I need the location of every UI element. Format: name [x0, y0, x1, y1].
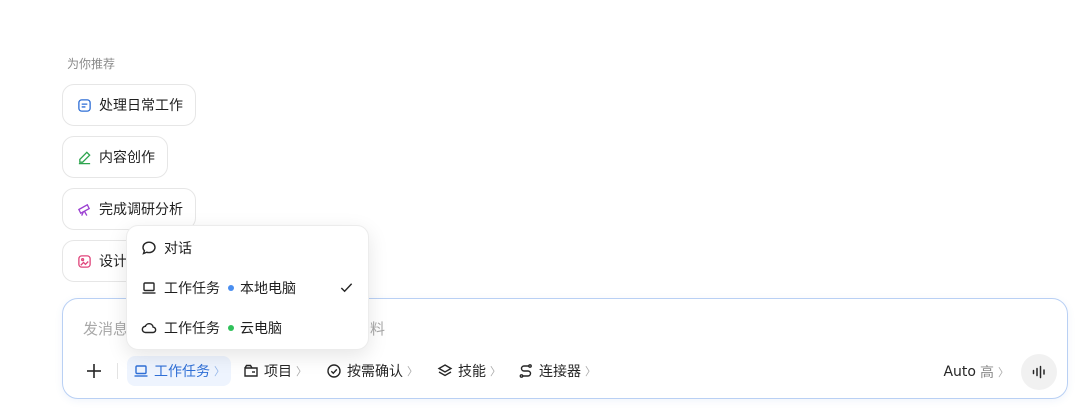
menu-item-cloud-computer[interactable]: 工作任务 云电脑: [127, 308, 368, 348]
model-label: Auto: [943, 364, 976, 380]
suggestion-label: 设计: [99, 254, 127, 270]
waveform-icon: [1032, 365, 1045, 379]
check-circle-icon: [327, 364, 341, 378]
chevron-right-icon: 〉: [585, 365, 596, 378]
project-selector[interactable]: 项目 〉: [237, 356, 313, 386]
chevron-right-icon: 〉: [214, 365, 225, 378]
suggestion-research[interactable]: 完成调研分析: [62, 188, 196, 230]
chevron-right-icon: 〉: [407, 365, 418, 378]
mode-selector[interactable]: 工作任务 〉: [127, 356, 231, 386]
plus-icon: [87, 364, 101, 378]
composer-toolbar: 工作任务 〉 项目 〉 按需确认 〉 技能 〉 连接器 〉 Auto 高 〉: [63, 354, 1067, 390]
telescope-icon: [76, 201, 92, 217]
status-dot: [228, 325, 234, 331]
recommend-title: 为你推荐: [67, 57, 116, 71]
laptop-icon: [134, 365, 148, 377]
suggestion-content-creation[interactable]: 内容创作: [62, 136, 168, 178]
voice-input-button[interactable]: [1021, 354, 1057, 390]
connectors-selector[interactable]: 连接器 〉: [512, 356, 602, 386]
model-selector[interactable]: Auto 高 〉: [943, 362, 1009, 382]
layers-icon: [437, 364, 453, 377]
pen-icon: [76, 149, 92, 165]
chat-bubble-icon: [142, 241, 156, 255]
laptop-icon: [142, 282, 156, 294]
suggestion-label: 处理日常工作: [99, 98, 183, 114]
skills-selector[interactable]: 技能 〉: [431, 356, 507, 386]
suggestion-daily-work[interactable]: 处理日常工作: [62, 84, 196, 126]
image-icon: [76, 253, 92, 269]
project-icon: [244, 364, 258, 377]
menu-item-chat[interactable]: 对话: [127, 228, 368, 268]
connector-icon: [519, 364, 532, 378]
suggestion-label: 完成调研分析: [99, 202, 183, 218]
mode-dropdown-menu: 对话 工作任务 本地电脑 工作任务 云电脑: [126, 225, 369, 350]
add-attachment-button[interactable]: [79, 356, 109, 386]
chevron-right-icon: 〉: [296, 365, 307, 378]
cloud-icon: [141, 323, 157, 334]
menu-item-local-computer[interactable]: 工作任务 本地电脑: [127, 268, 368, 308]
chevron-right-icon: 〉: [998, 366, 1009, 379]
effort-level: 高: [980, 365, 994, 381]
note-icon: [76, 97, 92, 113]
status-dot: [228, 285, 234, 291]
suggestion-label: 内容创作: [99, 150, 155, 166]
checkmark-icon: [340, 283, 353, 293]
toolbar-divider: [117, 363, 118, 379]
confirm-mode-selector[interactable]: 按需确认 〉: [320, 356, 424, 386]
chevron-right-icon: 〉: [490, 365, 501, 378]
